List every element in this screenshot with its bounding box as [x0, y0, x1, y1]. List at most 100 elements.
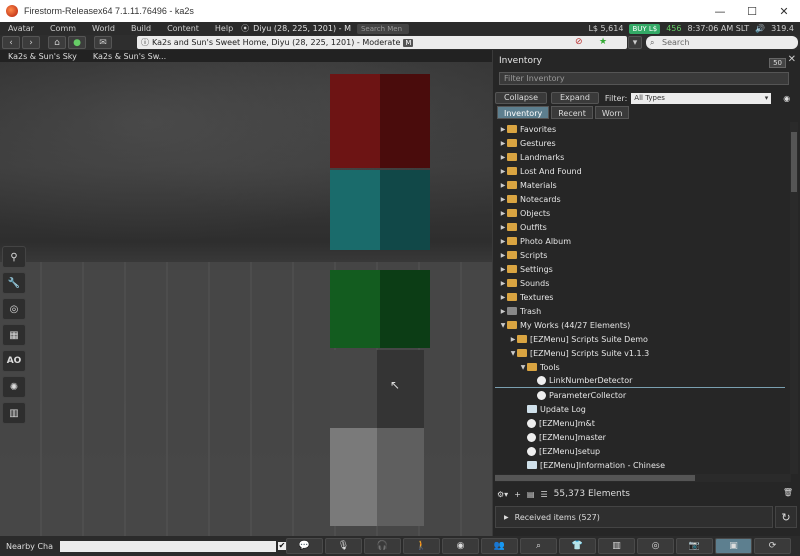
tree-row[interactable]: [EZMenu]master [495, 430, 785, 444]
scrollbar-thumb[interactable] [791, 132, 797, 192]
speech-icon[interactable]: 💬 [286, 538, 323, 554]
collapsed-arrow-icon[interactable]: ▶ [499, 182, 507, 189]
buy-ls-button[interactable]: BUY L$ [629, 23, 661, 34]
collapsed-arrow-icon[interactable]: ▶ [499, 210, 507, 217]
balance[interactable]: L$ 5,614 [588, 24, 623, 33]
favorite-item[interactable]: Ka2s & Sun's Sw... [93, 52, 166, 61]
tree-row[interactable]: ▶ [EZMenu] Scripts Suite Demo [495, 332, 785, 346]
list-icon[interactable]: ☰ [540, 490, 547, 499]
address-dropdown-button[interactable]: ▾ [628, 36, 642, 49]
scene-cube[interactable] [330, 74, 430, 168]
tree-row[interactable]: [EZMenu]setup [495, 444, 785, 458]
scrollbar-thumb[interactable] [495, 475, 695, 481]
gear-icon[interactable]: ⚙▾ [497, 490, 508, 499]
sun-icon[interactable]: ✺ [2, 376, 26, 398]
scene-cube[interactable] [330, 170, 430, 250]
tree-row[interactable]: ▶ Notecards [495, 192, 785, 206]
landmark-button[interactable]: ✉ [94, 36, 112, 49]
tree-row[interactable]: ParameterCollector [495, 388, 785, 402]
collapsed-arrow-icon[interactable]: ▶ [499, 168, 507, 175]
tree-row[interactable]: ▶ Scripts [495, 248, 785, 262]
inventory-filter-input[interactable]: Filter Inventory [499, 72, 789, 85]
tree-row[interactable]: [EZMenu]Information - Chinese [495, 458, 785, 472]
tree-row[interactable]: ▶ Favorites [495, 122, 785, 136]
refresh-button[interactable]: ↻ [775, 506, 797, 528]
tree-row[interactable]: ▼ [EZMenu] Scripts Suite v1.1.3 [495, 346, 785, 360]
tree-row[interactable]: ▶ Outfits [495, 220, 785, 234]
tree-row[interactable]: ▶ Settings [495, 262, 785, 276]
people-icon[interactable]: 👥 [481, 538, 518, 554]
favorite-star-icon[interactable]: ★ [599, 37, 607, 47]
tree-row[interactable]: ▶ Photo Album [495, 234, 785, 248]
expand-button[interactable]: Expand [551, 92, 599, 104]
refresh-icon[interactable]: ⟳ [754, 538, 791, 554]
menu-avatar[interactable]: Avatar [0, 24, 42, 33]
store-icon[interactable]: ▥ [2, 402, 26, 424]
home-button[interactable]: ⌂ [48, 36, 66, 49]
tree-row[interactable]: ▶ Sounds [495, 276, 785, 290]
map-icon[interactable]: ▦ [2, 324, 26, 346]
menu-comm[interactable]: Comm [42, 24, 84, 33]
menu-world[interactable]: World [84, 24, 123, 33]
tree-row[interactable]: ▶ Textures [495, 290, 785, 304]
close-button[interactable]: ✕ [768, 0, 800, 22]
menu-search-input[interactable]: Search Men [356, 23, 409, 34]
tree-row[interactable]: Update Log [495, 402, 785, 416]
menu-content[interactable]: Content [159, 24, 207, 33]
nav-search-input[interactable]: ⌕ Search [646, 36, 798, 49]
inventory-close-icon[interactable]: ✕ [788, 54, 796, 65]
tree-row[interactable]: ▶ Materials [495, 178, 785, 192]
expanded-arrow-icon[interactable]: ▼ [509, 350, 517, 357]
inventory-icon[interactable]: ▣ [715, 538, 752, 554]
chat-checkbox[interactable]: ✔ [278, 542, 286, 550]
target-icon[interactable]: ◎ [637, 538, 674, 554]
received-items-bar[interactable]: ▶ Received items (527) [495, 506, 773, 528]
tab-inventory[interactable]: Inventory [497, 106, 550, 119]
collapsed-arrow-icon[interactable]: ▶ [499, 294, 507, 301]
tree-row[interactable]: ▶ Gestures [495, 136, 785, 150]
tree-row[interactable]: ▼ Tools [495, 360, 785, 374]
bars-icon[interactable]: ▥ [598, 538, 635, 554]
expanded-arrow-icon[interactable]: ▼ [499, 322, 507, 329]
back-button[interactable]: ‹ [2, 36, 20, 49]
collapsed-arrow-icon[interactable]: ▶ [499, 126, 507, 133]
collapse-button[interactable]: Collapse [495, 92, 547, 104]
menu-location[interactable]: Diyu (28, 225, 1201) - M [253, 24, 351, 33]
favorite-item[interactable]: Ka2s & Sun's Sky [8, 52, 77, 61]
collapsed-arrow-icon[interactable]: ▶ [509, 336, 517, 343]
tree-row[interactable]: ▶ Trash [495, 304, 785, 318]
collapsed-arrow-icon[interactable]: ▶ [499, 140, 507, 147]
eye-icon[interactable]: ◉ [442, 538, 479, 554]
search-icon[interactable]: ⌕ [520, 538, 557, 554]
scene-cube[interactable] [330, 270, 430, 348]
forward-button[interactable]: › [22, 36, 40, 49]
volume-icon[interactable]: 🔊 [755, 24, 765, 33]
maximize-button[interactable]: ☐ [736, 0, 768, 22]
nearby-chat-label[interactable]: Nearby Cha [6, 542, 58, 551]
trash-icon[interactable]: 🗑 [783, 488, 793, 497]
tab-worn[interactable]: Worn [594, 106, 630, 119]
minimize-button[interactable]: — [704, 0, 736, 22]
view-icon[interactable]: ▤ [527, 490, 535, 499]
collapsed-arrow-icon[interactable]: ▶ [499, 238, 507, 245]
chat-input[interactable] [60, 540, 276, 552]
collapsed-arrow-icon[interactable]: ▶ [499, 252, 507, 259]
menu-help[interactable]: Help [207, 24, 241, 33]
shirt-icon[interactable]: 👕 [559, 538, 596, 554]
tab-recent[interactable]: Recent [551, 106, 593, 119]
scene-cube[interactable] [330, 350, 424, 438]
tree-row[interactable]: ▶ Landmarks [495, 150, 785, 164]
world-viewport[interactable]: ⚲ 🔧 ◎ ▦ AO ✺ ▥ ↖ [0, 62, 492, 536]
collapsed-arrow-icon[interactable]: ▶ [499, 266, 507, 273]
wrench-icon[interactable]: 🔧 [2, 272, 26, 294]
expanded-arrow-icon[interactable]: ▼ [519, 364, 527, 371]
collapsed-arrow-icon[interactable]: ▶ [499, 308, 507, 315]
info-button[interactable]: ● [68, 36, 86, 49]
tree-row[interactable]: [EZMenu]m&t [495, 416, 785, 430]
inventory-vertical-scrollbar[interactable] [790, 122, 798, 474]
tree-row[interactable]: ▶ Objects [495, 206, 785, 220]
eye-icon[interactable]: ◉ [783, 94, 790, 103]
camera-icon[interactable]: 📷 [676, 538, 713, 554]
walk-icon[interactable]: 🚶 [403, 538, 440, 554]
filter-type-select[interactable]: All Types ▾ [631, 92, 772, 104]
